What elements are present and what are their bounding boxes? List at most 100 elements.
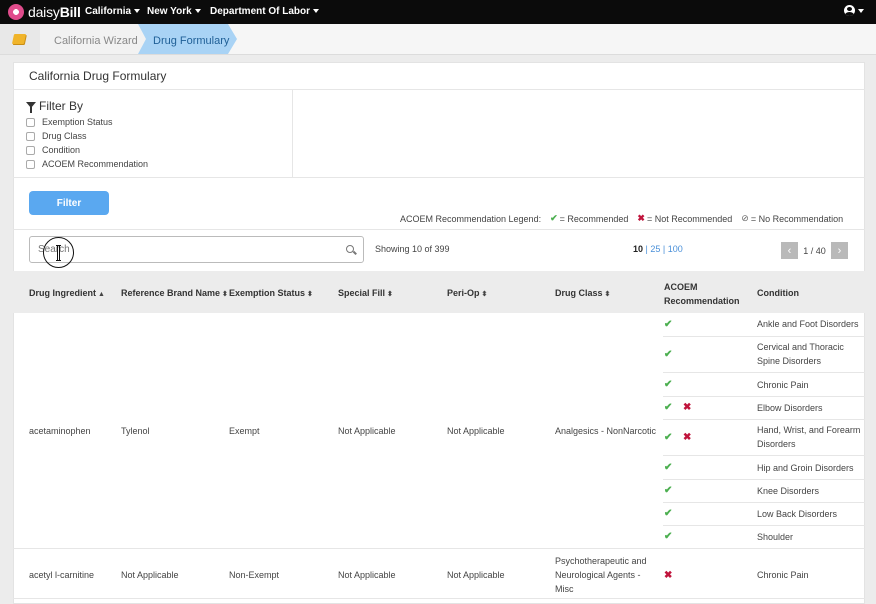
filter-heading-text: Filter By (39, 99, 84, 113)
divider (663, 419, 865, 420)
nav-department-of-labor-menu[interactable]: Department Of Labor (210, 6, 320, 17)
no-recommendation-icon: ⊘ (741, 213, 749, 223)
chevron-down-icon (858, 8, 864, 13)
breadcrumb-california-wizard[interactable]: California Wizard (54, 35, 138, 47)
search-icon[interactable] (346, 245, 354, 253)
filter-exemption-status[interactable]: Exemption Status (26, 117, 113, 127)
divider (292, 90, 293, 177)
page-indicator: 1 / 40 (803, 245, 826, 256)
checkbox[interactable] (26, 159, 35, 169)
sort-icon: ⬍ (222, 291, 228, 298)
chevron-down-icon (134, 9, 141, 14)
divider (663, 525, 865, 526)
check-icon: ✔ (664, 349, 673, 360)
cell-condition: Hand, Wrist, and Forearm Disorders (757, 425, 861, 449)
cell-condition: Hip and Groin Disorders (757, 463, 854, 473)
cell-exemption: Exempt (229, 426, 260, 436)
search-box (29, 236, 364, 263)
divider (663, 455, 865, 456)
col-drug-class[interactable]: Drug Class ⬍ (555, 288, 610, 298)
col-exemption-status[interactable]: Exemption Status ⬍ (229, 288, 313, 298)
cell-condition: Cervical and Thoracic Spine Disorders (757, 342, 844, 366)
user-menu[interactable] (844, 5, 864, 16)
col-reference-brand-name[interactable]: Reference Brand Name ⬍ (121, 288, 228, 298)
check-icon: ✔ (664, 379, 673, 390)
filter-acoem-recommendation[interactable]: ACOEM Recommendation (26, 159, 148, 169)
check-icon: ✔ (664, 531, 673, 542)
filter-by-heading: Filter By (26, 99, 83, 113)
text-cursor-icon (56, 245, 61, 261)
filter-condition[interactable]: Condition (26, 145, 80, 155)
next-page-button[interactable]: › (831, 242, 848, 259)
cell-special-fill: Not Applicable (338, 570, 396, 580)
breadcrumb-separator (138, 24, 146, 54)
cross-icon: ✖ (683, 402, 692, 413)
divider (13, 229, 865, 230)
divider (663, 336, 865, 337)
filter-button[interactable]: Filter (29, 191, 109, 215)
cell-condition: Shoulder (757, 532, 794, 542)
sort-icon: ⬍ (307, 291, 313, 298)
cross-icon: ✖ (683, 432, 692, 443)
showing-count: Showing 10 of 399 (375, 244, 450, 254)
check-icon: ✔ (550, 213, 558, 223)
checkbox[interactable] (26, 117, 35, 127)
col-condition: Condition (757, 288, 799, 298)
legend-not-recommended: = Not Recommended (646, 213, 733, 224)
check-icon: ✔ (664, 402, 673, 413)
sort-asc-icon: ▲ (98, 291, 105, 298)
cell-peri-op: Not Applicable (447, 426, 505, 436)
page-size-25[interactable]: 25 (650, 244, 660, 254)
filter-drug-class[interactable]: Drug Class (26, 131, 87, 141)
cell-drug-class: Analgesics - NonNarcotic (555, 426, 657, 436)
chevron-down-icon (313, 9, 320, 14)
checkbox-label: Condition (42, 145, 81, 155)
breadcrumb-drug-formulary: Drug Formulary (153, 35, 230, 47)
daisybill-logo[interactable]: daisyBill (8, 4, 81, 20)
cell-condition: Low Back Disorders (757, 509, 838, 519)
page-title: California Drug Formulary (29, 69, 167, 83)
checkbox[interactable] (26, 131, 35, 141)
col-acoem-recommendation: ACOEM Recommendation (664, 282, 740, 306)
checkbox-label: Exemption Status (42, 117, 113, 127)
cell-condition: Chronic Pain (757, 570, 809, 580)
cell-drug-ingredient: acetaminophen (29, 426, 91, 436)
cell-condition: Knee Disorders (757, 486, 820, 496)
home-folder-icon (11, 34, 27, 44)
check-icon: ✔ (664, 462, 673, 473)
checkbox-label: ACOEM Recommendation (42, 159, 149, 169)
divider (13, 177, 865, 178)
acoem-legend: ACOEM Recommendation Legend: ✔ = Recomme… (400, 213, 843, 224)
cell-peri-op: Not Applicable (447, 570, 505, 580)
daisy-flower-icon (8, 4, 24, 20)
legend-title: ACOEM Recommendation Legend: (400, 213, 542, 224)
checkbox[interactable] (26, 145, 35, 155)
nav-california-menu[interactable]: California (85, 6, 141, 17)
prev-page-button[interactable]: ‹ (781, 242, 798, 259)
breadcrumb-home[interactable] (0, 24, 40, 54)
check-icon: ✔ (664, 508, 673, 519)
user-avatar-icon (844, 5, 855, 16)
divider (663, 396, 865, 397)
logo-text: daisyBill (28, 4, 81, 20)
divider (663, 502, 865, 503)
check-icon: ✔ (664, 485, 673, 496)
page-size-100[interactable]: 100 (668, 244, 683, 254)
cell-exemption: Non-Exempt (229, 570, 280, 580)
nav-new-york-menu[interactable]: New York (147, 6, 201, 17)
col-peri-op[interactable]: Peri-Op ⬍ (447, 288, 487, 298)
col-special-fill[interactable]: Special Fill ⬍ (338, 288, 393, 298)
page-size-10[interactable]: 10 (633, 244, 643, 254)
cell-drug-class: Psychotherapeutic and Neurological Agent… (555, 556, 647, 594)
cross-icon: ✖ (637, 213, 645, 223)
check-icon: ✔ (664, 319, 673, 330)
search-input[interactable] (30, 237, 340, 262)
checkbox-label: Drug Class (42, 131, 87, 141)
divider (663, 372, 865, 373)
top-navbar: daisyBill California New York Department… (0, 0, 876, 24)
col-drug-ingredient[interactable]: Drug Ingredient ▲ (29, 288, 105, 298)
cross-icon: ✖ (664, 570, 673, 581)
cell-brand: Tylenol (121, 426, 150, 436)
cell-condition: Elbow Disorders (757, 403, 823, 413)
cell-condition: Ankle and Foot Disorders (757, 319, 859, 329)
